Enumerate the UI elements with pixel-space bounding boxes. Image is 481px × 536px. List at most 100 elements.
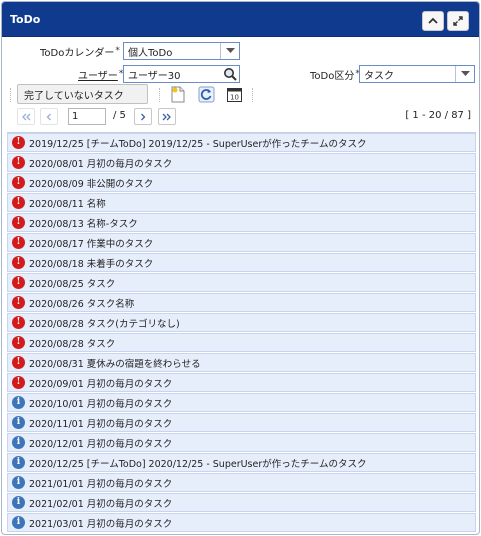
exclamation-circle-icon: ! xyxy=(12,256,25,269)
list-item-text[interactable]: 2020/08/11 名称 xyxy=(29,196,106,210)
double-chevron-left-icon xyxy=(22,113,31,120)
list-item[interactable]: ! 2020/08/28 タスク(カテゴリなし) xyxy=(7,313,476,332)
list-item[interactable]: ! 2020/08/17 作業中のタスク xyxy=(7,233,476,252)
calendar-select-value: 個人ToDo xyxy=(128,47,173,59)
list-item[interactable]: ! 2020/08/25 タスク xyxy=(7,273,476,292)
list-item-text[interactable]: 2020/08/28 タスク xyxy=(29,336,115,350)
user-field-value: ユーザー30 xyxy=(128,70,181,82)
list-item-text[interactable]: 2020/08/17 作業中のタスク xyxy=(29,236,153,250)
info-circle-icon: i xyxy=(12,436,25,449)
info-circle-icon: i xyxy=(12,416,25,429)
toolbar-divider xyxy=(10,88,12,102)
list-item-text[interactable]: 2020/11/01 月初の毎月のタスク xyxy=(29,416,172,430)
user-field[interactable]: ユーザー30 xyxy=(123,65,240,83)
calendar-label: ToDoカレンダー * xyxy=(40,41,120,61)
list-item-text[interactable]: 2019/12/25 [チームToDo] 2019/12/25 - SuperU… xyxy=(29,136,366,150)
list-item-text[interactable]: 2020/12/01 月初の毎月のタスク xyxy=(29,436,172,450)
calendar-select[interactable]: 個人ToDo xyxy=(123,42,240,60)
list-item[interactable]: ! 2020/08/28 タスク xyxy=(7,333,476,352)
exclamation-circle-icon: ! xyxy=(12,156,25,169)
toolbar-divider xyxy=(159,88,161,102)
chevron-right-icon xyxy=(141,113,146,120)
user-label-link[interactable]: ユーザー xyxy=(78,67,118,82)
refresh-button[interactable] xyxy=(196,84,216,104)
page-number-input[interactable]: 1 xyxy=(68,108,106,125)
list-item-text[interactable]: 2021/02/01 月初の毎月のタスク xyxy=(29,496,172,510)
list-item-text[interactable]: 2020/10/01 月初の毎月のタスク xyxy=(29,396,172,410)
list-item[interactable]: i 2021/03/01 月初の毎月のタスク xyxy=(7,513,476,532)
info-circle-icon: i xyxy=(12,396,25,409)
exclamation-circle-icon: ! xyxy=(12,236,25,249)
list-item-text[interactable]: 2020/12/25 [チームToDo] 2020/12/25 - SuperU… xyxy=(29,456,366,470)
expand-icon xyxy=(453,16,463,26)
exclamation-circle-icon: ! xyxy=(12,316,25,329)
first-page-button[interactable] xyxy=(17,108,35,125)
category-label-text: ToDo区分 xyxy=(310,70,355,82)
list-item-text[interactable]: 2020/08/26 タスク名称 xyxy=(29,296,134,310)
list-item-text[interactable]: 2020/08/09 非公開のタスク xyxy=(29,176,153,190)
calendar-icon: 10 xyxy=(226,87,242,102)
info-circle-icon: i xyxy=(12,496,25,509)
category-select-value: タスク xyxy=(364,70,394,82)
result-range: [ 1 - 20 / 87 ] xyxy=(405,110,471,121)
chevron-left-icon xyxy=(46,113,51,120)
list-item[interactable]: ! 2020/08/11 名称 xyxy=(7,193,476,212)
exclamation-circle-icon: ! xyxy=(12,296,25,309)
exclamation-circle-icon: ! xyxy=(12,136,25,149)
list-item-text[interactable]: 2021/01/01 月初の毎月のタスク xyxy=(29,476,172,490)
list-item-text[interactable]: 2020/08/13 名称-タスク xyxy=(29,216,138,230)
category-select[interactable]: タスク xyxy=(359,65,475,83)
list-item-text[interactable]: 2020/08/18 未着手のタスク xyxy=(29,256,153,270)
list-item-text[interactable]: 2020/08/01 月初の毎月のタスク xyxy=(29,156,172,170)
list-item[interactable]: i 2020/12/01 月初の毎月のタスク xyxy=(7,433,476,452)
filter-label: 完了していないタスク xyxy=(24,90,124,102)
required-mark: * xyxy=(115,46,120,56)
exclamation-circle-icon: ! xyxy=(12,356,25,369)
list-item-text[interactable]: 2020/09/01 月初の毎月のタスク xyxy=(29,376,172,390)
list-item[interactable]: ! 2019/12/25 [チームToDo] 2019/12/25 - Super… xyxy=(7,133,476,152)
list-item-text[interactable]: 2020/08/25 タスク xyxy=(29,276,115,290)
list-item-text[interactable]: 2020/08/31 夏休みの宿題を終わらせる xyxy=(29,356,201,370)
prev-page-button[interactable] xyxy=(40,108,58,125)
list-item[interactable]: ! 2020/08/31 夏休みの宿題を終わらせる xyxy=(7,353,476,372)
double-chevron-right-icon xyxy=(162,113,171,120)
list-item[interactable]: ! 2020/09/01 月初の毎月のタスク xyxy=(7,373,476,392)
category-label: ToDo区分 * xyxy=(310,64,360,84)
calendar-button[interactable]: 10 xyxy=(224,84,244,104)
info-circle-icon: i xyxy=(12,476,25,489)
list-item-text[interactable]: 2021/03/01 月初の毎月のタスク xyxy=(29,516,172,530)
chevron-up-icon xyxy=(428,17,438,24)
info-circle-icon: i xyxy=(12,456,25,469)
list-item[interactable]: i 2020/12/25 [チームToDo] 2020/12/25 - Super… xyxy=(7,453,476,472)
new-task-button[interactable] xyxy=(168,84,188,104)
calendar-label-text: ToDoカレンダー xyxy=(40,47,115,59)
user-label: ユーザー * xyxy=(78,64,123,84)
last-page-button[interactable] xyxy=(158,108,176,125)
search-icon[interactable] xyxy=(223,67,237,84)
maximize-button[interactable] xyxy=(447,11,469,31)
list-item[interactable]: ! 2020/08/26 タスク名称 xyxy=(7,293,476,312)
exclamation-circle-icon: ! xyxy=(12,176,25,189)
filter-select[interactable]: 完了していないタスク xyxy=(17,84,148,104)
exclamation-circle-icon: ! xyxy=(12,336,25,349)
list-item[interactable]: i 2021/02/01 月初の毎月のタスク xyxy=(7,493,476,512)
list-item[interactable]: ! 2020/08/18 未着手のタスク xyxy=(7,253,476,272)
portlet-title: ToDo xyxy=(10,12,41,26)
next-page-button[interactable] xyxy=(134,108,152,125)
list-item[interactable]: i 2021/01/01 月初の毎月のタスク xyxy=(7,473,476,492)
exclamation-circle-icon: ! xyxy=(12,216,25,229)
page-total: / 5 xyxy=(113,110,126,121)
todo-list: ! 2019/12/25 [チームToDo] 2019/12/25 - Super… xyxy=(7,132,476,532)
toolbar-divider xyxy=(252,88,254,102)
exclamation-circle-icon: ! xyxy=(12,196,25,209)
portlet-header: ToDo xyxy=(2,2,479,37)
list-item-text[interactable]: 2020/08/28 タスク(カテゴリなし) xyxy=(29,316,180,330)
list-item[interactable]: i 2020/10/01 月初の毎月のタスク xyxy=(7,393,476,412)
list-item[interactable]: ! 2020/08/13 名称-タスク xyxy=(7,213,476,232)
collapse-button[interactable] xyxy=(422,11,444,31)
chevron-down-icon[interactable] xyxy=(220,43,239,59)
list-item[interactable]: i 2020/11/01 月初の毎月のタスク xyxy=(7,413,476,432)
list-item[interactable]: ! 2020/08/01 月初の毎月のタスク xyxy=(7,153,476,172)
chevron-down-icon[interactable] xyxy=(455,66,474,82)
list-item[interactable]: ! 2020/08/09 非公開のタスク xyxy=(7,173,476,192)
